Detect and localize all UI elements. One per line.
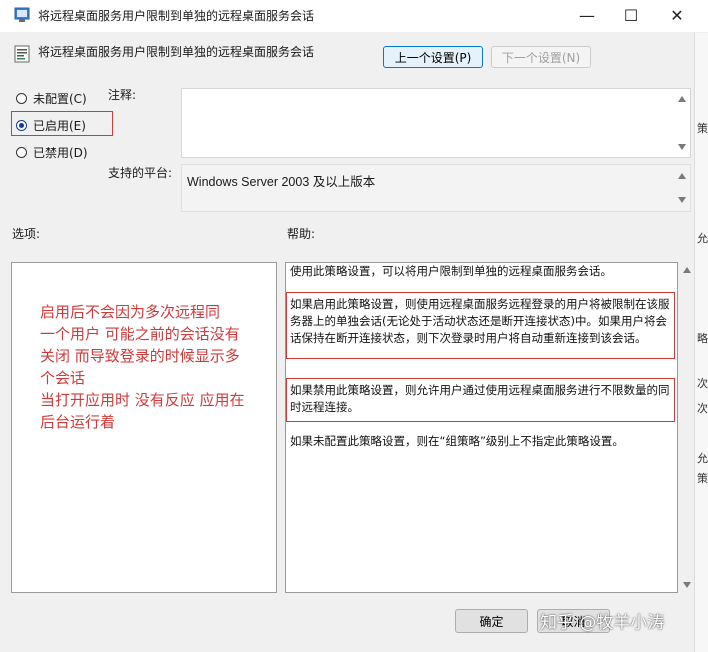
next-setting-label: 下一个设置(N) — [501, 50, 581, 65]
comment-value — [182, 89, 690, 97]
radio-not-configured[interactable]: 未配置(C) — [16, 89, 87, 107]
radio-enabled[interactable]: 已启用(E) — [16, 116, 86, 134]
help-paragraph-1: 使用此策略设置，可以将用户限制到单独的远程桌面服务会话。 — [290, 264, 612, 278]
maximize-button[interactable]: ☐ — [608, 0, 654, 30]
platform-value: Windows Server 2003 及以上版本 — [187, 175, 376, 189]
platform-label: 支持的平台: — [108, 166, 173, 180]
title-bar: 将远程桌面服务用户限制到单独的远程桌面服务会话 — ☐ ✕ — [0, 0, 708, 33]
help-scrollbar[interactable] — [680, 262, 694, 593]
background-text: 策 — [697, 472, 708, 485]
previous-setting-button[interactable]: 上一个设置(P) — [383, 46, 483, 68]
ok-label: 确定 — [479, 614, 504, 629]
background-text: 允 — [697, 452, 708, 465]
scroll-up-icon[interactable] — [678, 96, 686, 102]
help-paragraph-2: 如果启用此策略设置，则使用远程桌面服务远程登录的用户将被限制在该服务器上的单独会… — [290, 297, 670, 345]
options-label: 选项: — [12, 227, 41, 241]
policy-window-icon — [14, 7, 30, 22]
setting-icon — [14, 45, 30, 63]
comment-label: 注释: — [108, 88, 137, 102]
platform-scrollbar[interactable] — [674, 165, 690, 211]
policy-name: 将远程桌面服务用户限制到单独的远程桌面服务会话 — [38, 45, 315, 59]
radio-label: 已禁用(D) — [33, 145, 88, 160]
help-paragraph-4: 如果未配置此策略设置，则在“组策略”级别上不指定此策略设置。 — [290, 434, 624, 448]
comment-scrollbar[interactable] — [674, 89, 690, 157]
scroll-up-icon[interactable] — [683, 267, 691, 273]
ok-button[interactable]: 确定 — [455, 609, 528, 633]
maximize-icon: ☐ — [623, 5, 639, 25]
background-text: 允 — [697, 232, 708, 245]
scroll-down-icon[interactable] — [678, 144, 686, 150]
minimize-icon: — — [579, 5, 595, 25]
red-annotation-text: 启用后不会因为多次远程同 一个用户 可能之前的会话没有 关闭 而导致登录的时候显… — [40, 303, 245, 431]
help-paragraph-3: 如果禁用此策略设置，则允许用户通过使用远程桌面服务进行不限数量的同时远程连接。 — [290, 383, 670, 414]
background-text: 略 — [697, 332, 708, 345]
help-label: 帮助: — [287, 227, 316, 241]
background-text: 次 — [697, 377, 708, 390]
previous-setting-label: 上一个设置(P) — [394, 50, 472, 65]
radio-label: 已启用(E) — [33, 118, 86, 133]
scroll-down-icon[interactable] — [678, 197, 686, 203]
radio-circle — [16, 92, 27, 104]
radio-circle — [16, 146, 27, 158]
window-title: 将远程桌面服务用户限制到单独的远程桌面服务会话 — [38, 9, 315, 23]
help-panel: 使用此策略设置，可以将用户限制到单独的远程桌面服务会话。 如果启用此策略设置，则… — [285, 262, 678, 593]
next-setting-button[interactable]: 下一个设置(N) — [491, 46, 591, 68]
scroll-down-icon[interactable] — [683, 582, 691, 588]
minimize-button[interactable]: — — [564, 0, 610, 30]
comment-textarea[interactable] — [181, 88, 691, 158]
scroll-up-icon[interactable] — [678, 173, 686, 179]
background-text: 次 — [697, 402, 708, 415]
radio-label: 未配置(C) — [33, 91, 87, 106]
background-text: 策 — [697, 122, 708, 135]
close-icon: ✕ — [670, 5, 684, 25]
radio-disabled[interactable]: 已禁用(D) — [16, 143, 88, 161]
radio-circle-checked — [16, 119, 27, 131]
watermark-text: 知乎 @牧羊小涛 — [540, 613, 665, 633]
platform-box: Windows Server 2003 及以上版本 — [181, 164, 691, 212]
close-button[interactable]: ✕ — [654, 0, 700, 30]
options-panel: 启用后不会因为多次远程同 一个用户 可能之前的会话没有 关闭 而导致登录的时候显… — [11, 262, 277, 593]
